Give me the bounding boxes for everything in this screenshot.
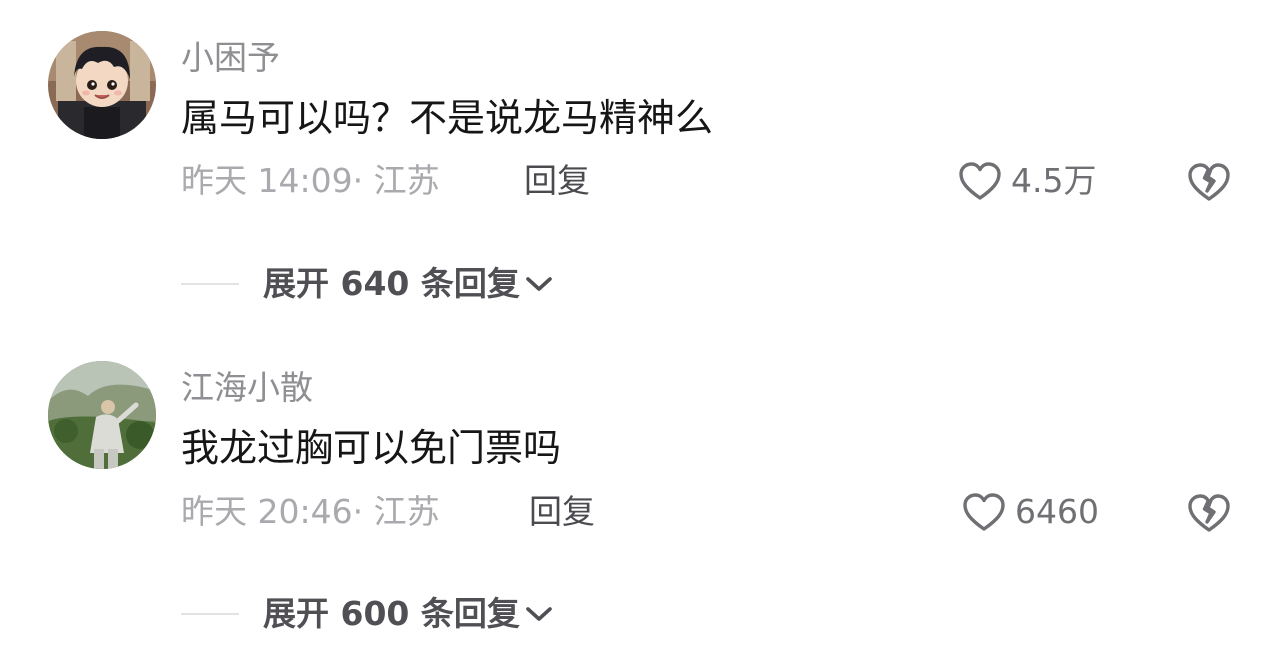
- comment-username[interactable]: 小困予: [181, 38, 280, 78]
- comment-time-location: 昨天 20:46· 江苏: [181, 492, 440, 531]
- broken-heart-icon[interactable]: [1185, 160, 1233, 204]
- comment-time-location: 昨天 14:09· 江苏: [181, 161, 440, 200]
- expand-replies-label: 展开 600 条回复: [263, 594, 520, 633]
- expand-replies-button[interactable]: 展开 600 条回复: [181, 594, 554, 634]
- reply-button[interactable]: 回复: [524, 161, 590, 201]
- avatar-cartoon-boy-image: [48, 31, 156, 139]
- comment-username[interactable]: 江海小散: [181, 368, 313, 408]
- chevron-down-icon: [526, 277, 552, 291]
- expand-replies-button[interactable]: 展开 640 条回复: [181, 264, 554, 304]
- avatar-outdoor-photo-image: [48, 361, 156, 469]
- like-button[interactable]: 4.5万: [957, 160, 1096, 202]
- avatar[interactable]: [48, 31, 156, 139]
- like-count: 6460: [1015, 492, 1099, 531]
- comment-text: 我龙过胸可以免门票吗: [181, 426, 562, 470]
- broken-heart-icon[interactable]: [1185, 491, 1233, 535]
- heart-outline-icon: [959, 162, 1001, 200]
- expand-divider-line: [181, 613, 239, 615]
- like-count: 4.5万: [1011, 161, 1097, 200]
- like-button[interactable]: 6460: [961, 491, 1099, 533]
- heart-outline-icon: [963, 493, 1005, 531]
- expand-replies-label: 展开 640 条回复: [263, 264, 520, 303]
- expand-divider-line: [181, 283, 239, 285]
- comment-text: 属马可以吗？不是说龙马精神么: [181, 96, 714, 140]
- reply-button[interactable]: 回复: [529, 492, 595, 532]
- chevron-down-icon: [526, 607, 552, 621]
- avatar[interactable]: [48, 361, 156, 469]
